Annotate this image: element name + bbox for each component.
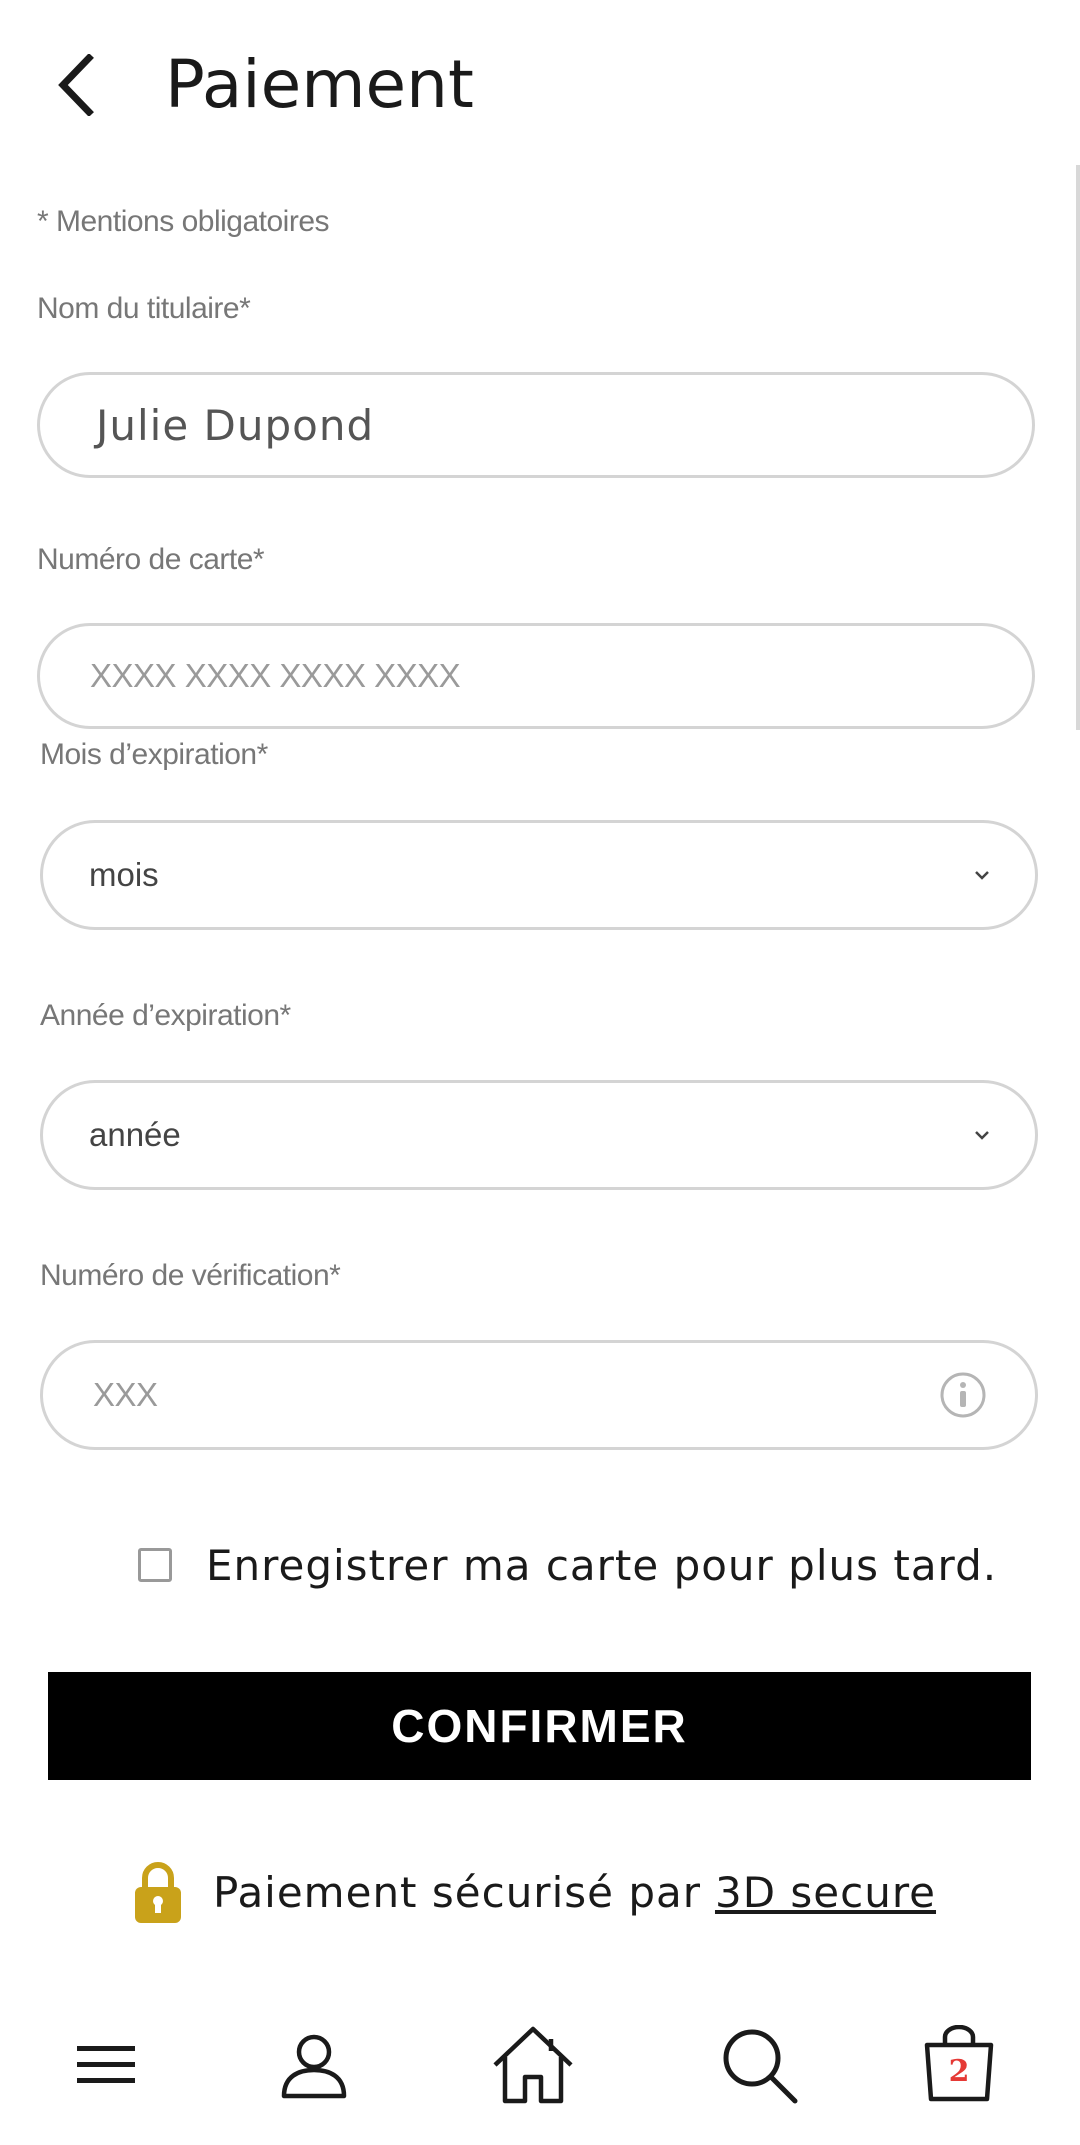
nav-search[interactable] (704, 2010, 814, 2120)
save-card-checkbox[interactable] (138, 1548, 172, 1582)
home-icon (493, 2026, 573, 2104)
scrollbar[interactable] (1076, 165, 1080, 730)
lock-icon (135, 1862, 181, 1923)
search-icon (723, 2029, 798, 2104)
chevron-down-icon (971, 864, 993, 886)
header: Paiement (0, 0, 1080, 160)
nav-home[interactable] (478, 2010, 588, 2120)
nav-cart[interactable]: 2 (904, 2010, 1014, 2120)
save-card-option[interactable]: Enregistrer ma carte pour plus tard. (138, 1535, 997, 1595)
page-title: Paiement (165, 46, 474, 123)
exp-year-selected: année (89, 1116, 181, 1153)
exp-month-label: Mois d’expiration* (40, 738, 268, 771)
cvv-label: Numéro de vérification* (40, 1259, 341, 1292)
3d-secure-link[interactable]: 3D secure (715, 1868, 936, 1917)
back-button[interactable] (40, 40, 110, 130)
mandatory-note: * Mentions obligatoires (37, 205, 330, 238)
payment-screen: Paiement * Mentions obligatoires Nom du … (0, 0, 1080, 2145)
cart-badge: 2 (948, 2054, 970, 2089)
secure-payment-note: Paiement sécurisé par 3D secure (133, 1852, 936, 1932)
info-icon[interactable] (939, 1371, 987, 1419)
confirm-button[interactable]: CONFIRMER (48, 1672, 1031, 1780)
nav-menu[interactable] (51, 2010, 161, 2120)
exp-year-label: Année d’expiration* (40, 999, 291, 1032)
holder-name-field[interactable]: Julie Dupond (37, 372, 1035, 478)
account-icon (281, 2034, 347, 2099)
card-number-placeholder: XXXX XXXX XXXX XXXX (90, 657, 461, 694)
chevron-left-icon (58, 54, 94, 116)
exp-year-select[interactable]: année (40, 1080, 1038, 1190)
bottom-nav: 2 (0, 2010, 1080, 2120)
menu-icon (77, 2046, 135, 2083)
cvv-placeholder: XXX (93, 1376, 158, 1413)
exp-month-select[interactable]: mois (40, 820, 1038, 930)
holder-name-label: Nom du titulaire* (37, 292, 251, 325)
cvv-field[interactable]: XXX (40, 1340, 1038, 1450)
secure-payment-text: Paiement sécurisé par (213, 1867, 701, 1917)
save-card-label: Enregistrer ma carte pour plus tard. (206, 1540, 998, 1590)
chevron-down-icon (971, 1124, 993, 1146)
holder-name-value: Julie Dupond (96, 400, 375, 450)
card-number-field[interactable]: XXXX XXXX XXXX XXXX (37, 623, 1035, 729)
card-number-label: Numéro de carte* (37, 543, 265, 576)
exp-month-selected: mois (89, 856, 159, 893)
nav-account[interactable] (259, 2010, 369, 2120)
